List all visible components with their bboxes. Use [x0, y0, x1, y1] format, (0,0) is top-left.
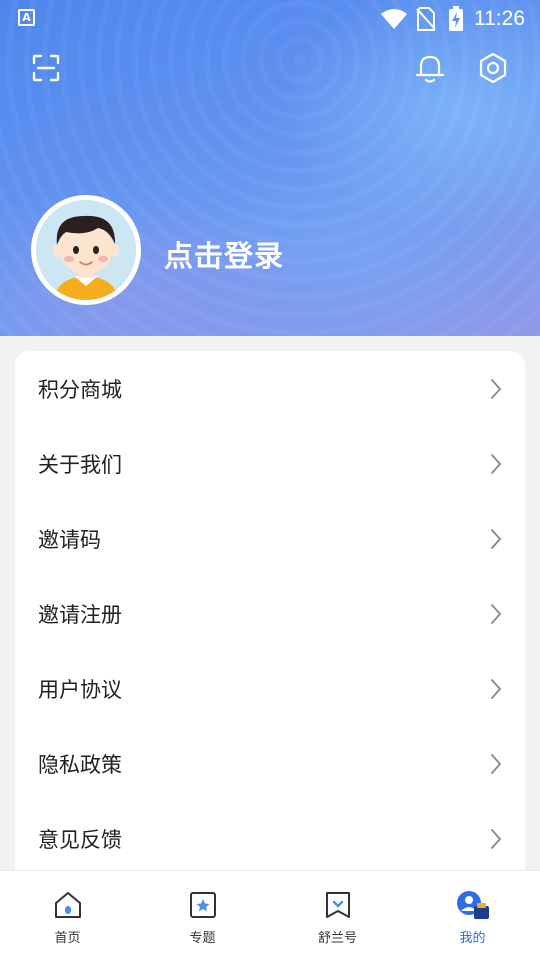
bell-icon[interactable] — [412, 50, 448, 86]
bottom-tab-bar: 首页 专题 舒兰号 我的 — [0, 870, 540, 960]
menu-item-label: 积分商城 — [38, 377, 122, 402]
menu-item-label: 意见反馈 — [38, 827, 122, 852]
chevron-right-icon — [491, 829, 502, 849]
menu-item-label: 邀请注册 — [38, 602, 122, 627]
chevron-right-icon — [491, 529, 502, 549]
gear-icon[interactable] — [475, 50, 511, 86]
status-time: 11:26 — [474, 7, 525, 30]
login-prompt[interactable]: 点击登录 — [164, 233, 284, 275]
topic-icon — [189, 892, 216, 918]
tab-mine[interactable]: 我的 — [405, 871, 540, 960]
menu-item-label: 邀请码 — [38, 527, 101, 552]
tab-topics[interactable]: 专题 — [135, 871, 270, 960]
menu-card: 积分商城 关于我们 邀请码 邀请注册 用户协议 隐私政策 意见反馈 — [15, 351, 525, 911]
menu-item-invite-register[interactable]: 邀请注册 — [15, 576, 525, 651]
bookmark-icon — [325, 892, 350, 918]
menu-item-label: 用户协议 — [38, 677, 122, 702]
menu-item-points-mall[interactable]: 积分商城 — [15, 351, 525, 426]
wifi-icon — [381, 9, 407, 29]
menu-item-about-us[interactable]: 关于我们 — [15, 426, 525, 501]
tab-label: 专题 — [189, 931, 216, 946]
menu-item-label: 隐私政策 — [38, 752, 122, 777]
chevron-right-icon — [491, 454, 502, 474]
menu-item-label: 关于我们 — [38, 452, 122, 477]
tab-label: 舒兰号 — [317, 931, 357, 946]
chevron-right-icon — [491, 379, 502, 399]
scan-icon[interactable] — [28, 50, 64, 86]
app-notification-icon: A — [18, 9, 35, 26]
menu-item-invite-code[interactable]: 邀请码 — [15, 501, 525, 576]
no-sim-icon — [416, 7, 436, 31]
avatar[interactable] — [31, 195, 141, 305]
battery-charging-icon — [449, 6, 463, 31]
profile-icon — [456, 891, 489, 919]
tab-label: 我的 — [459, 931, 486, 946]
menu-item-privacy-policy[interactable]: 隐私政策 — [15, 726, 525, 801]
status-bar: A 11:26 — [0, 0, 540, 36]
tab-shulan-channel[interactable]: 舒兰号 — [270, 871, 405, 960]
tab-home[interactable]: 首页 — [0, 871, 135, 960]
tab-label: 首页 — [54, 931, 81, 946]
chevron-right-icon — [491, 679, 502, 699]
avatar-illustration — [36, 200, 136, 300]
chevron-right-icon — [491, 604, 502, 624]
menu-item-user-agreement[interactable]: 用户协议 — [15, 651, 525, 726]
chevron-right-icon — [491, 754, 502, 774]
home-icon — [54, 892, 81, 918]
menu-item-feedback[interactable]: 意见反馈 — [15, 801, 525, 876]
